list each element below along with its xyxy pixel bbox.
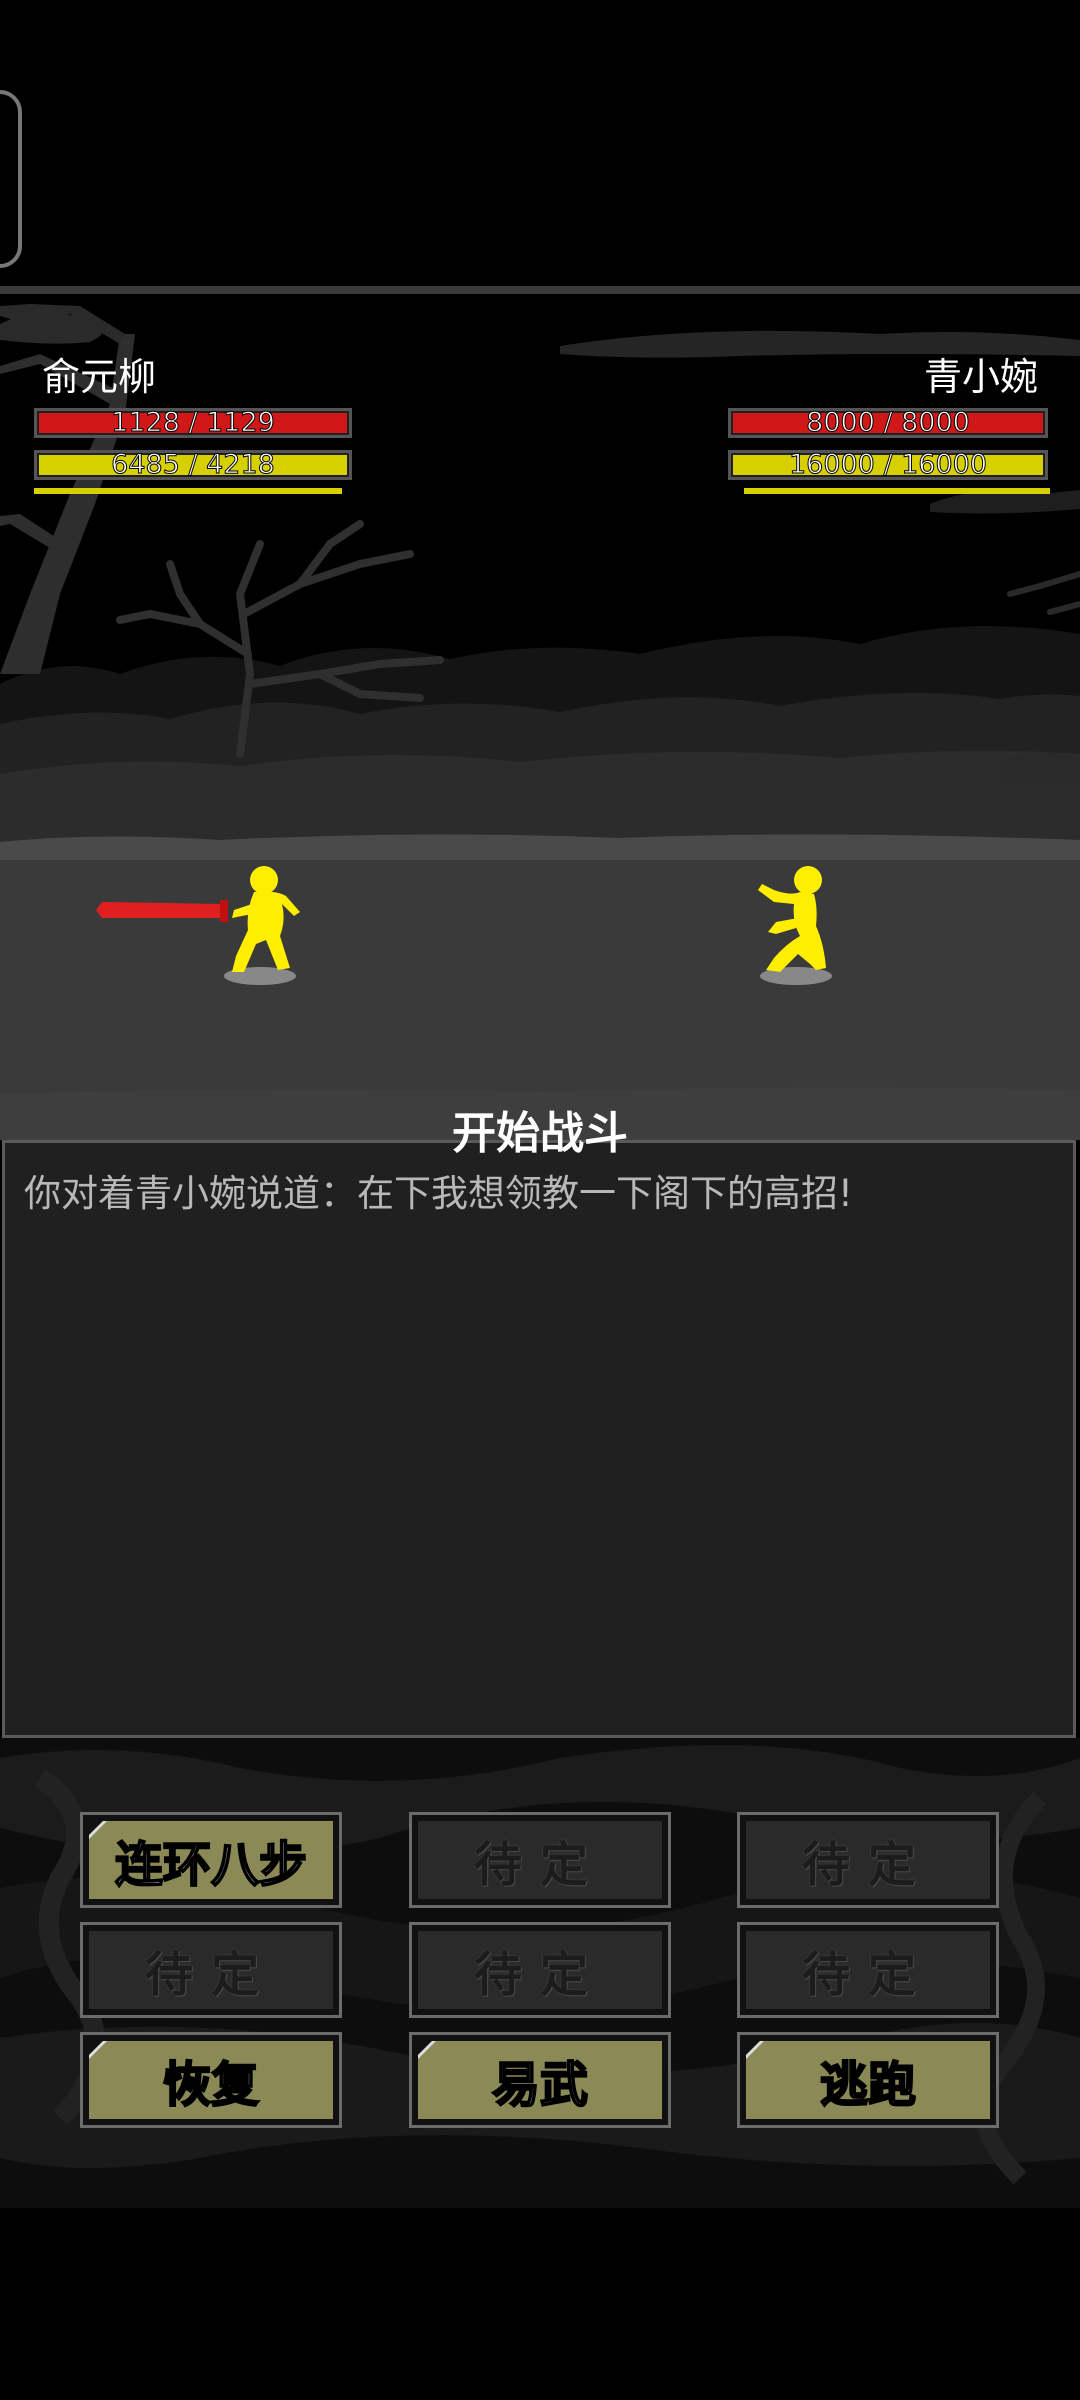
player-hp-bar: 1128 / 1129 [34, 408, 352, 438]
skill-slot-pending[interactable]: 待定 [409, 1922, 671, 2018]
player-mp-text: 6485 / 4218 [111, 449, 276, 480]
flee-button[interactable]: 逃跑 [737, 2032, 999, 2128]
recover-label: 恢复 [89, 2041, 333, 2119]
pending-label: 待定 [746, 1931, 990, 2009]
skill-label: 连环八步 [89, 1821, 333, 1899]
battle-log-panel[interactable] [2, 1140, 1076, 1738]
enemy-mp-bar: 16000 / 16000 [728, 450, 1048, 480]
action-area: 连环八步 待定 待定 待定 待定 待定 恢复 易武 逃跑 [0, 1738, 1080, 2208]
skill-button-lianhuanbabu[interactable]: 连环八步 [80, 1812, 342, 1908]
player-hp-text: 1128 / 1129 [111, 407, 276, 438]
player-mp-bar: 6485 / 4218 [34, 450, 352, 480]
corner-ornament [0, 90, 22, 268]
player-energy-bar [34, 488, 342, 494]
pending-label: 待定 [418, 1821, 662, 1899]
recover-button[interactable]: 恢复 [80, 2032, 342, 2128]
enemy-mp-text: 16000 / 16000 [788, 449, 988, 480]
player-name: 俞元柳 [42, 355, 157, 399]
skill-slot-pending[interactable]: 待定 [409, 1812, 671, 1908]
enemy-name: 青小婉 [923, 355, 1038, 399]
player-fighter [96, 866, 300, 985]
top-area [0, 0, 1080, 290]
pending-label: 待定 [89, 1931, 333, 2009]
bottom-black-area [0, 2208, 1080, 2400]
pending-label: 待定 [746, 1821, 990, 1899]
enemy-hp-text: 8000 / 8000 [806, 407, 971, 438]
top-divider [0, 286, 1080, 294]
flee-label: 逃跑 [746, 2041, 990, 2119]
battle-log-title: 开始战斗 [452, 1108, 628, 1159]
pending-label: 待定 [418, 1931, 662, 2009]
enemy-hp-bar: 8000 / 8000 [728, 408, 1048, 438]
enemy-energy-bar [744, 488, 1050, 494]
enemy-fighter [758, 866, 832, 985]
skill-slot-pending[interactable]: 待定 [737, 1812, 999, 1908]
skill-slot-pending[interactable]: 待定 [80, 1922, 342, 2018]
skill-slot-pending[interactable]: 待定 [737, 1922, 999, 2018]
switch-weapon-label: 易武 [418, 2041, 662, 2119]
battle-log-line: 你对着青小婉说道：在下我想领教一下阁下的高招! [24, 1172, 853, 1215]
switch-weapon-button[interactable]: 易武 [409, 2032, 671, 2128]
